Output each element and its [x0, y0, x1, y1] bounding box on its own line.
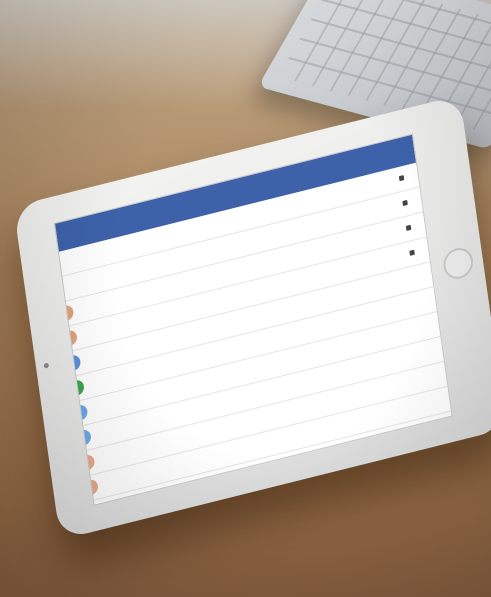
- photo: [0, 0, 491, 597]
- vignette: [0, 0, 491, 597]
